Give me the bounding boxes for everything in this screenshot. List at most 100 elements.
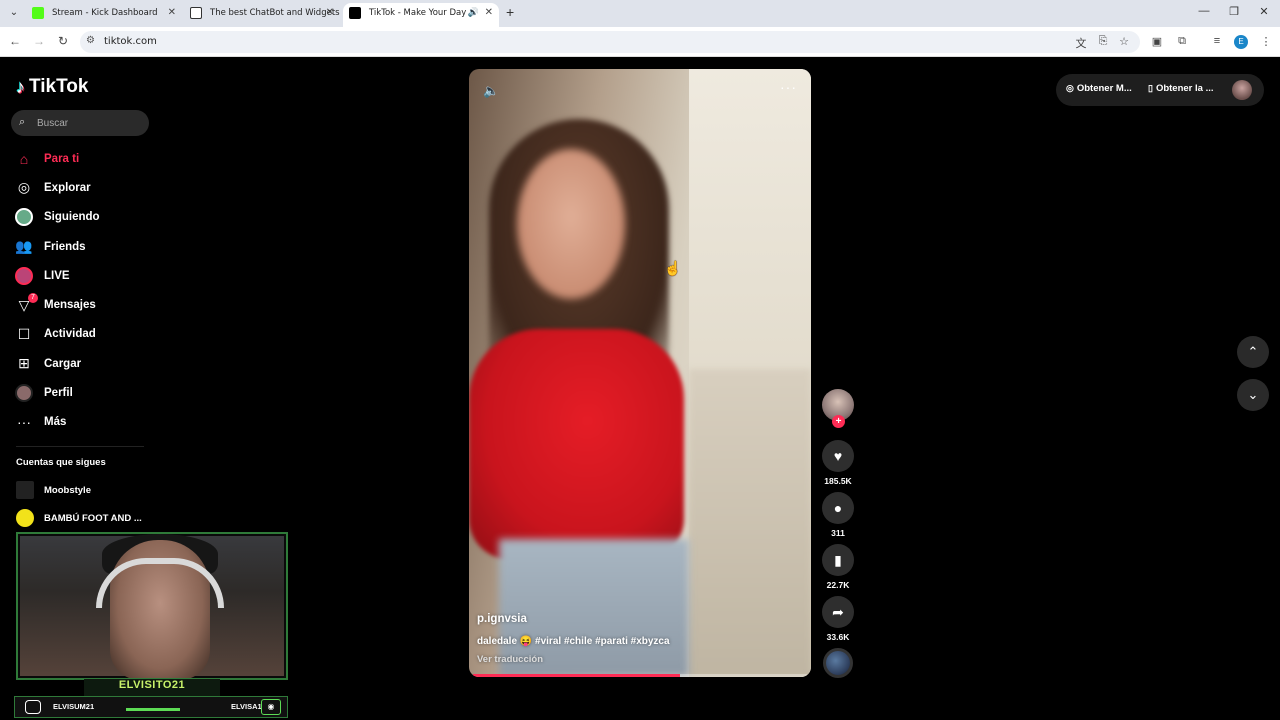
close-tab-icon[interactable]: ✕ [326,3,334,23]
instagram-icon [25,700,41,714]
sidebar-item-para-ti[interactable]: ⌂ Para ti [14,144,144,173]
share-arrow-icon[interactable]: ➦ [822,596,854,628]
url-bar[interactable]: ⚙ tiktok.com [80,31,1140,53]
sidebar-item-live[interactable]: LIVE [14,261,144,290]
activity-icon: ☐ [17,325,31,342]
account-avatar [16,481,34,499]
sidebar-item-label: Explorar [44,181,91,194]
browser-tab-kick[interactable]: Stream - Kick Dashboard ✕ [26,3,182,27]
previous-video-chevron-up-icon[interactable]: ⌃ [1237,336,1269,368]
reload-icon[interactable]: ↻ [55,34,71,48]
webcam-feed [16,532,288,680]
tiktok-page: ♪ TikTok ⌕ ⌂ Para ti ◎ Explorar Siguiend… [0,58,1280,720]
close-tab-icon[interactable]: ✕ [168,3,176,23]
user-avatar[interactable] [1232,80,1252,100]
tab-search-icon[interactable]: ⌄ [6,5,22,21]
forward-icon[interactable]: → [31,34,47,48]
sidebar-item-mas[interactable]: ··· Más [14,408,144,437]
get-coins-button[interactable]: ◎ Obtener M... [1066,83,1132,94]
webcam-accent-line [126,708,180,711]
new-tab-button[interactable]: + [506,4,514,20]
translate-icon[interactable]: 文 [1074,35,1088,51]
following-section-title: Cuentas que sigues [16,457,106,468]
video-player[interactable]: 🔈 ··· p.ignvsia daledale 😝 #viral #chile… [469,69,811,677]
get-app-label: Obtener la ... [1155,83,1214,94]
account-name: BAMBÚ FOOT AND ... [44,512,142,524]
sidebar-item-mensajes[interactable]: ▽ 7 Mensajes [14,290,144,319]
discord-icon: ◉ [261,699,281,715]
follow-plus-icon[interactable]: + [832,415,845,428]
profile-avatar-icon [14,383,34,403]
bookmark-icon[interactable]: ▮ [822,544,854,576]
sidebar-item-label: Para ti [44,152,80,165]
restore-icon[interactable]: ❐ [1227,5,1241,18]
tiktok-logo[interactable]: ♪ TikTok [16,76,88,98]
get-app-button[interactable]: ▯ Obtener la ... [1148,83,1214,94]
get-coins-label: Obtener M... [1076,83,1132,94]
following-account-moobstyle[interactable]: Moobstyle [16,481,91,499]
sidebar-item-label: Actividad [44,328,96,341]
video-username[interactable]: p.ignvsia [477,613,527,625]
sidebar-item-label: Mensajes [44,299,96,312]
video-background-floor [689,369,811,677]
sidebar-divider [16,446,144,447]
speaker-icon[interactable]: 🔊 [468,3,479,23]
sidebar-item-friends[interactable]: 👥 Friends [14,232,144,261]
music-disc-icon[interactable] [823,648,853,678]
video-person-shirt [469,329,684,559]
more-icon: ··· [17,414,31,431]
discord-handle: ELVISA1 [231,702,262,711]
home-icon: ⌂ [19,150,29,167]
sidebar-item-siguiendo[interactable]: Siguiendo [14,203,144,232]
account-name: Moobstyle [44,484,91,496]
upload-icon: ⊞ [18,355,30,372]
url-text: tiktok.com [104,36,157,47]
back-icon[interactable]: ← [7,34,23,48]
bookmark-star-icon[interactable]: ☆ [1117,35,1131,48]
comment-icon[interactable]: ● [822,492,854,524]
close-tab-icon[interactable]: ✕ [485,3,493,23]
sidebar-item-explorar[interactable]: ◎ Explorar [14,173,144,202]
install-app-icon[interactable]: ⎘ [1096,35,1110,48]
profile-avatar[interactable]: E [1234,35,1248,49]
see-translation-link[interactable]: Ver traducción [477,654,543,665]
tab-title: Stream - Kick Dashboard [52,8,158,18]
like-heart-icon[interactable]: ♥ [822,440,854,472]
sidebar-item-actividad[interactable]: ☐ Actividad [14,320,144,349]
kick-favicon-icon [32,7,44,19]
extension-icon[interactable]: ▣ [1150,35,1164,48]
save-count: 22.7K [826,580,850,590]
media-control-icon[interactable]: ≡ [1210,35,1224,47]
puzzle-icon[interactable]: ⧉ [1175,35,1189,48]
more-options-icon[interactable]: ··· [780,79,797,95]
webcam-socials-bar: ELVISUM21 ELVISA1 ◉ [14,696,288,718]
address-toolbar: ← → ↻ ⚙ tiktok.com 文 ⎘ ☆ ▣ ⧉ ≡ ⋮ [0,27,1280,57]
live-icon [14,266,34,286]
top-right-actions: ◎ Obtener M... ▯ Obtener la ... [1056,74,1264,106]
volume-icon[interactable]: 🔈 [483,83,499,99]
browser-tab-tiktok[interactable]: TikTok - Make Your Day 🔊 ✕ [343,3,499,27]
browser-tab-chatbot[interactable]: The best ChatBot and Widgets ✕ [184,3,340,27]
site-info-icon[interactable]: ⚙ [86,35,95,46]
sidebar-item-label: Friends [44,240,86,253]
video-progress-bar[interactable] [473,674,807,677]
following-account-bambu[interactable]: BAMBÚ FOOT AND ... [16,509,142,527]
sidebar-item-perfil[interactable]: Perfil [14,378,144,407]
account-avatar [16,509,34,527]
close-window-icon[interactable]: ✕ [1257,5,1271,18]
messages-badge: 7 [28,293,38,304]
search-input[interactable] [37,114,137,132]
video-description: daledale 😝 #viral #chile #parati #xbyzca [477,636,670,647]
video-progress-fill [473,674,681,677]
webcam-name: ELVISITO21 [84,678,220,696]
sidebar-menu: ⌂ Para ti ◎ Explorar Siguiendo 👥 Friends… [14,144,144,437]
sidebar-item-label: Perfil [44,387,73,400]
chrome-menu-icon[interactable]: ⋮ [1259,35,1273,48]
search-box[interactable]: ⌕ [11,110,149,136]
minimize-icon[interactable]: — [1197,5,1211,17]
sidebar-item-cargar[interactable]: ⊞ Cargar [14,349,144,378]
logo-text: TikTok [29,76,89,97]
next-video-chevron-down-icon[interactable]: ⌄ [1237,379,1269,411]
share-count: 33.6K [826,632,850,642]
sidebar-item-label: Más [44,416,67,429]
